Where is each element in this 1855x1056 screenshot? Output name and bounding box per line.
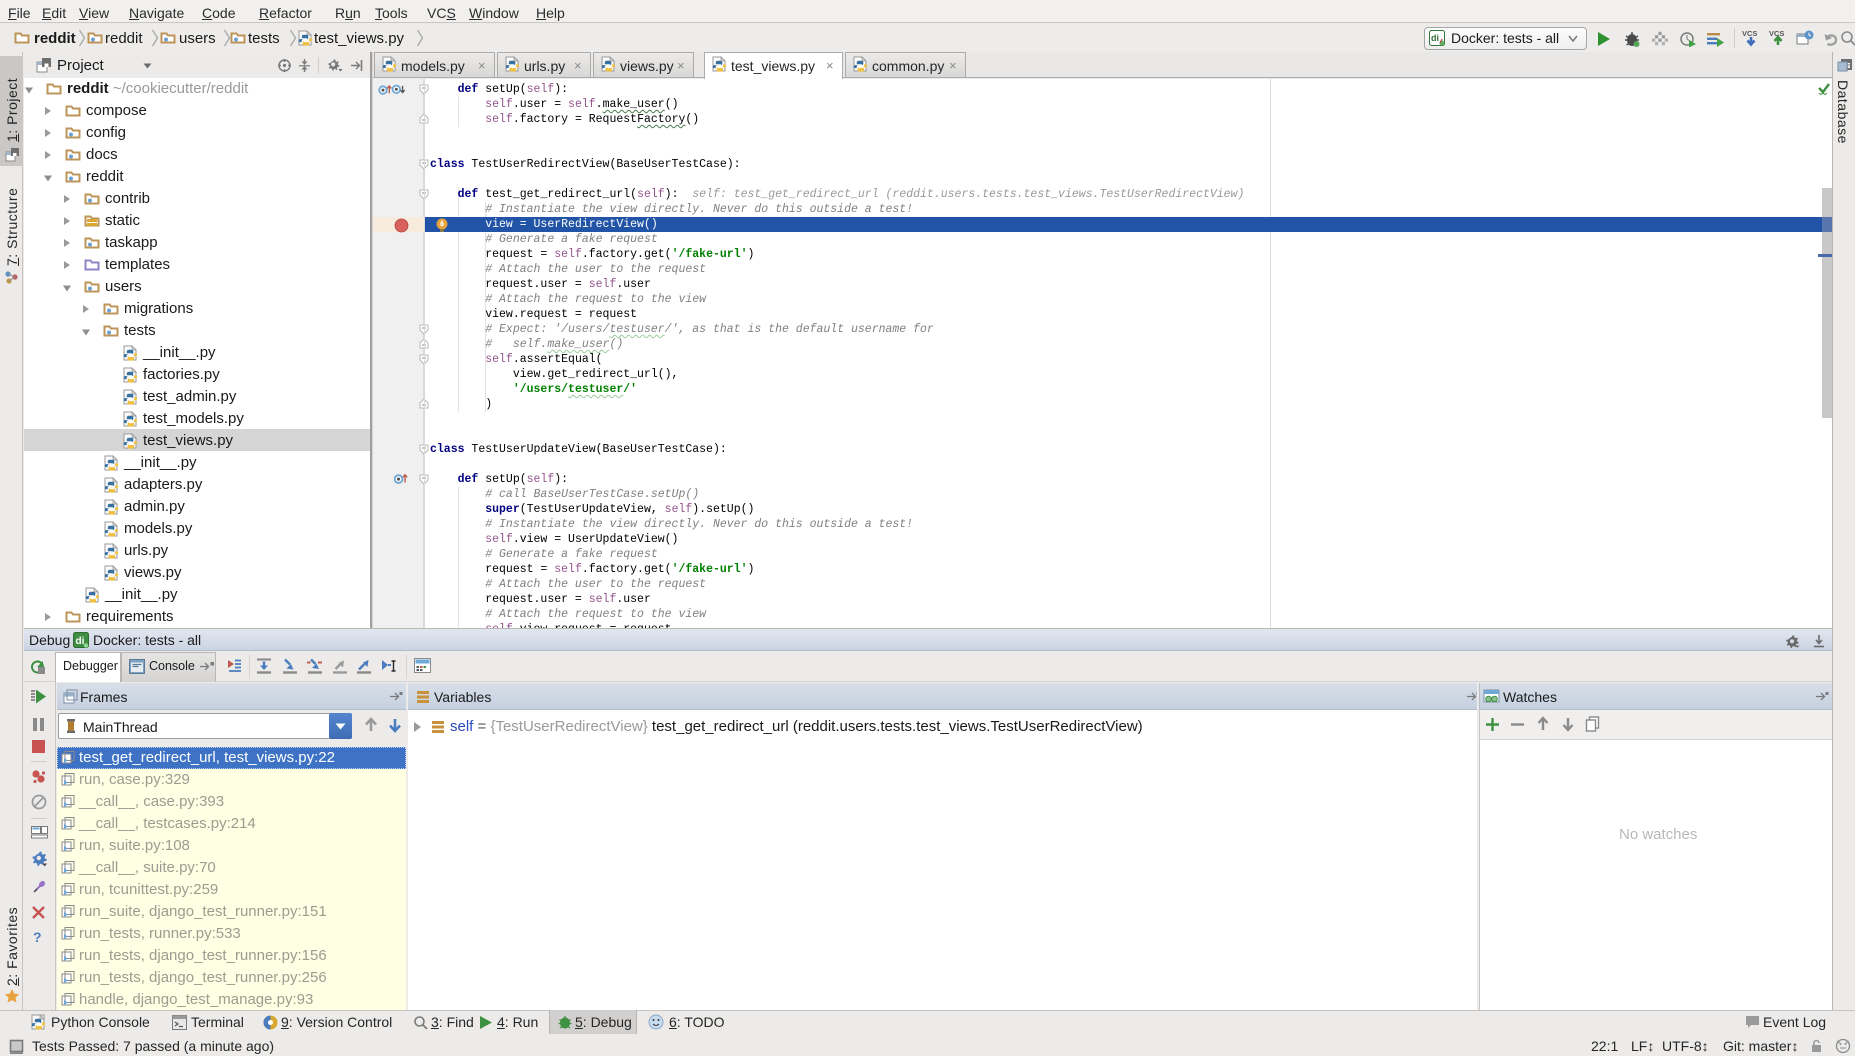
svg-text:di: di	[76, 636, 85, 647]
svg-text:VCS: VCS	[1742, 29, 1757, 38]
svg-text:di: di	[1431, 33, 1439, 43]
